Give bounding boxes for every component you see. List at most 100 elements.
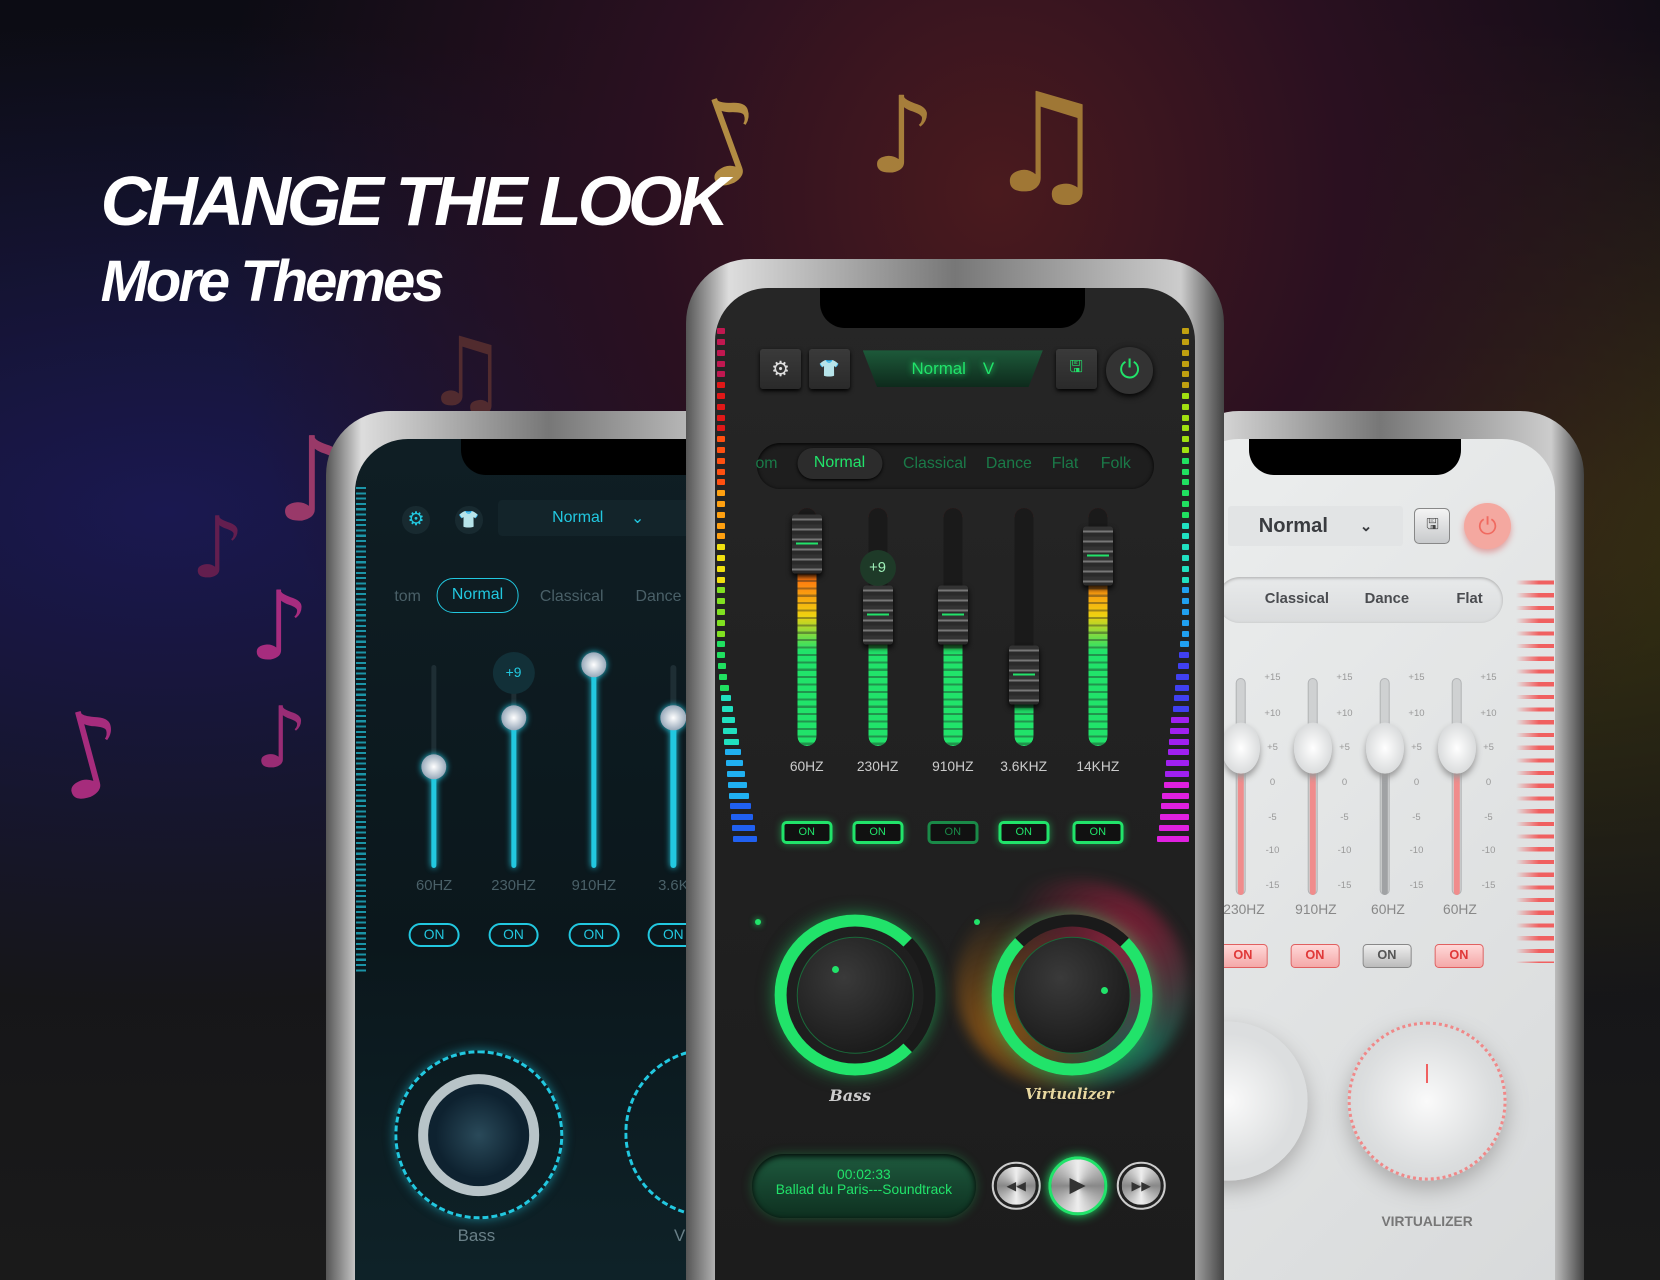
eq-slider-handle[interactable]	[1082, 526, 1113, 586]
track-title: Ballad du Paris---Soundtrack	[775, 1181, 953, 1197]
preset-dropdown[interactable]: Normal V	[862, 350, 1043, 388]
spectrum-bar-right	[1181, 522, 1189, 529]
tab-folk[interactable]: Folk	[1101, 455, 1131, 473]
eq-slider-handle[interactable]	[937, 585, 968, 645]
spectrum-bar-right	[1181, 436, 1189, 443]
band-toggle-on[interactable]: ON	[927, 820, 979, 844]
spectrum-bar-right	[1181, 565, 1189, 572]
spectrum-bar-left	[716, 360, 726, 367]
spectrum-bar-left	[716, 565, 726, 572]
settings-icon: ⚙	[771, 357, 790, 381]
spectrum-bar-left	[716, 339, 726, 345]
tab-flat[interactable]: Flat	[1052, 455, 1079, 473]
preset-value: Normal	[911, 358, 966, 378]
spectrum-bar-left	[716, 349, 726, 356]
spectrum-bar-right	[1177, 662, 1189, 669]
spectrum-bar-left	[716, 576, 726, 583]
spectrum-bar-right	[1181, 468, 1189, 475]
spectrum-bar-left	[716, 544, 726, 551]
spectrum-bar-left	[716, 587, 726, 594]
spectrum-bar-left	[720, 695, 732, 702]
previous-button[interactable]: ◀◀	[992, 1161, 1041, 1210]
spectrum-bar-left	[732, 835, 758, 842]
spectrum-bar-right	[1181, 447, 1189, 453]
spectrum-bar-left	[716, 511, 726, 518]
spectrum-bar-right	[1159, 814, 1189, 821]
spectrum-bar-left	[716, 436, 726, 443]
spectrum-bar-left	[717, 662, 727, 669]
spectrum-bar-right	[1163, 781, 1189, 788]
settings-button[interactable]: ⚙	[760, 349, 802, 390]
spectrum-bar-right	[1181, 501, 1189, 507]
spectrum-bar-left	[716, 328, 726, 335]
play-button[interactable]: ▶	[1048, 1156, 1108, 1216]
spectrum-bar-right	[1181, 619, 1189, 626]
spectrum-bar-left	[716, 652, 726, 659]
spectrum-bar-left	[716, 641, 726, 648]
spectrum-bar-left	[716, 414, 726, 421]
spectrum-bar-right	[1173, 695, 1189, 702]
tab-normal[interactable]: Normal	[797, 447, 882, 479]
bass-label: Bass	[829, 1086, 871, 1106]
spectrum-bar-left	[721, 706, 734, 713]
band-toggle-on[interactable]: ON	[781, 820, 833, 844]
spectrum-bar-left	[716, 403, 726, 410]
center-phone-ui: ⚙ 👕 Normal V 🖫 ⏻ om Normal Classical Dance Fl…	[0, 0, 1660, 1280]
spectrum-bar-left	[716, 382, 726, 389]
spectrum-bar-right	[1181, 576, 1189, 583]
power-button[interactable]: ⏻	[1106, 347, 1153, 394]
spectrum-bar-right	[1162, 792, 1189, 799]
spectrum-bar-left	[716, 371, 726, 378]
spectrum-bar-right	[1166, 760, 1189, 767]
spectrum-bar-right	[1158, 824, 1189, 831]
spectrum-bar-right	[1172, 706, 1189, 713]
band-label: 230HZ	[856, 759, 899, 775]
save-icon: 🖫	[1069, 358, 1083, 376]
spectrum-bar-right	[1181, 544, 1189, 551]
band-toggle-on[interactable]: ON	[852, 820, 904, 844]
spectrum-bar-left	[716, 522, 726, 529]
virtualizer-label: Virtualizer	[1024, 1086, 1114, 1104]
spectrum-bar-right	[1181, 630, 1189, 637]
virtualizer-knob[interactable]	[1014, 936, 1131, 1054]
spectrum-bar-right	[1157, 835, 1189, 842]
spectrum-bar-left	[722, 716, 736, 723]
band-label: 14KHZ	[1076, 759, 1120, 775]
spectrum-bar-right	[1176, 673, 1189, 680]
bass-knob[interactable]	[797, 936, 914, 1054]
spectrum-bar-right	[1181, 587, 1189, 594]
spectrum-bar-right	[1181, 479, 1189, 486]
spectrum-bar-right	[1165, 770, 1189, 777]
band-toggle-on[interactable]: ON	[998, 820, 1050, 844]
spectrum-bar-left	[731, 814, 754, 821]
tab-classical[interactable]: Classical	[903, 455, 967, 473]
save-button[interactable]: 🖫	[1055, 349, 1097, 390]
spectrum-bar-left	[727, 770, 746, 777]
playback-time: 00:02:33	[837, 1166, 891, 1182]
spectrum-bar-left	[723, 727, 738, 734]
spectrum-bar-right	[1181, 511, 1189, 518]
spectrum-bar-left	[724, 738, 740, 745]
spectrum-bar-left	[718, 673, 728, 680]
tab-om[interactable]: om	[755, 455, 777, 473]
next-button[interactable]: ▶▶	[1117, 1161, 1166, 1210]
spectrum-bar-right	[1181, 360, 1189, 367]
now-playing-display[interactable]: 00:02:33 Ballad du Paris---Soundtrack	[751, 1154, 977, 1218]
promo-canvas: ♪ ♪ ♫ ♫ ♪ ♪ ♪ ♪ ♪ CHANGE THE LOOK More T…	[0, 0, 1660, 1280]
spectrum-bar-left	[732, 824, 756, 831]
bass-indicator-led	[754, 918, 762, 926]
spectrum-bar-right	[1171, 716, 1189, 723]
spectrum-bar-right	[1181, 598, 1189, 605]
eq-slider-handle[interactable]	[862, 585, 893, 645]
band-toggle-on[interactable]: ON	[1072, 820, 1124, 844]
spectrum-bar-left	[716, 533, 726, 540]
band-label: 910HZ	[932, 759, 974, 775]
spectrum-bar-right	[1181, 339, 1189, 345]
eq-slider-handle[interactable]	[791, 514, 822, 574]
theme-button[interactable]: 👕	[808, 349, 850, 390]
tab-dance[interactable]: Dance	[986, 455, 1032, 473]
spectrum-bar-right	[1181, 414, 1189, 421]
eq-slider-handle[interactable]	[1008, 645, 1039, 705]
spectrum-bar-left	[716, 501, 726, 507]
spectrum-bar-right	[1181, 382, 1189, 389]
